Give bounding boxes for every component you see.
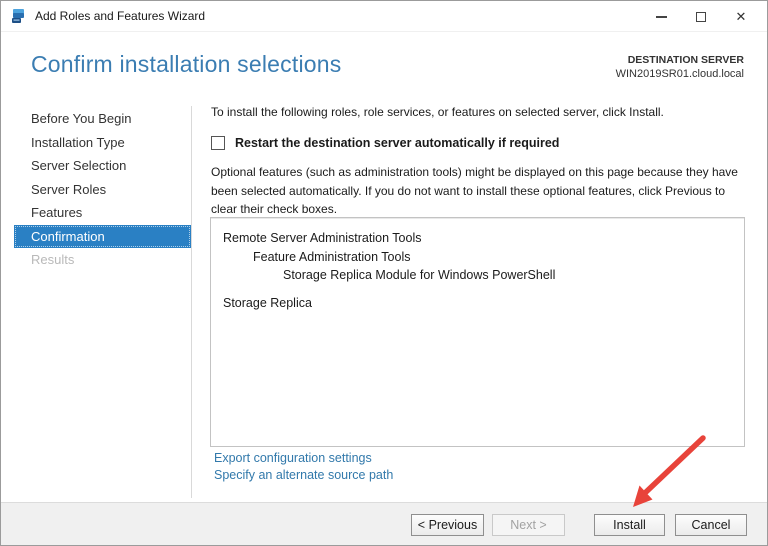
nav-item-before-you-begin[interactable]: Before You Begin bbox=[14, 107, 191, 131]
restart-option-row: Restart the destination server automatic… bbox=[211, 136, 747, 150]
close-icon: ✕ bbox=[735, 8, 747, 24]
minimize-icon bbox=[655, 15, 667, 18]
maximize-icon bbox=[696, 11, 706, 22]
maximize-button[interactable] bbox=[681, 1, 721, 32]
close-button[interactable]: ✕ bbox=[721, 1, 761, 32]
optional-features-note: Optional features (such as administratio… bbox=[211, 165, 738, 216]
nav-item-server-selection[interactable]: Server Selection bbox=[14, 154, 191, 178]
nav-item-confirmation[interactable]: Confirmation bbox=[14, 224, 191, 248]
install-button[interactable]: Install bbox=[594, 514, 665, 536]
destination-server-block: DESTINATION SERVER WIN2019SR01.cloud.loc… bbox=[616, 53, 744, 81]
list-item: Storage Replica Module for Windows Power… bbox=[283, 268, 556, 282]
sidebar-divider bbox=[191, 106, 192, 498]
window-title: Add Roles and Features Wizard bbox=[35, 9, 206, 23]
nav-item-installation-type[interactable]: Installation Type bbox=[14, 131, 191, 155]
title-bar: Add Roles and Features Wizard ✕ bbox=[1, 1, 767, 32]
alternate-source-path-link[interactable]: Specify an alternate source path bbox=[214, 467, 393, 484]
wizard-app-icon bbox=[12, 9, 24, 23]
export-configuration-link[interactable]: Export configuration settings bbox=[214, 450, 393, 467]
restart-checkbox[interactable] bbox=[211, 136, 225, 150]
restart-checkbox-label: Restart the destination server automatic… bbox=[235, 136, 560, 150]
cancel-button[interactable]: Cancel bbox=[675, 514, 747, 536]
destination-server-label: DESTINATION SERVER bbox=[627, 54, 744, 66]
minimize-button[interactable] bbox=[641, 1, 681, 32]
selected-features-list[interactable]: Remote Server Administration Tools Featu… bbox=[210, 217, 745, 447]
page-title: Confirm installation selections bbox=[31, 51, 342, 77]
list-item: Remote Server Administration Tools bbox=[223, 231, 422, 245]
list-item: Storage Replica bbox=[223, 295, 312, 310]
previous-button[interactable]: < Previous bbox=[411, 514, 484, 536]
next-button: Next > bbox=[492, 514, 565, 536]
list-item: Feature Administration Tools bbox=[253, 249, 411, 264]
footer-links: Export configuration settings Specify an… bbox=[214, 450, 393, 484]
nav-item-results: Results bbox=[31, 252, 75, 267]
wizard-window: Add Roles and Features Wizard ✕ Confirm … bbox=[0, 0, 768, 546]
nav-item-server-roles[interactable]: Server Roles bbox=[14, 178, 191, 202]
button-bar: < Previous Next > Install Cancel bbox=[1, 502, 767, 545]
confirmation-content: To install the following roles, role ser… bbox=[211, 105, 747, 219]
intro-text: To install the following roles, role ser… bbox=[211, 105, 664, 119]
destination-server-name: WIN2019SR01.cloud.local bbox=[615, 68, 744, 80]
nav-item-features[interactable]: Features bbox=[14, 201, 191, 225]
wizard-steps-nav: Before You Begin Installation Type Serve… bbox=[14, 107, 191, 272]
